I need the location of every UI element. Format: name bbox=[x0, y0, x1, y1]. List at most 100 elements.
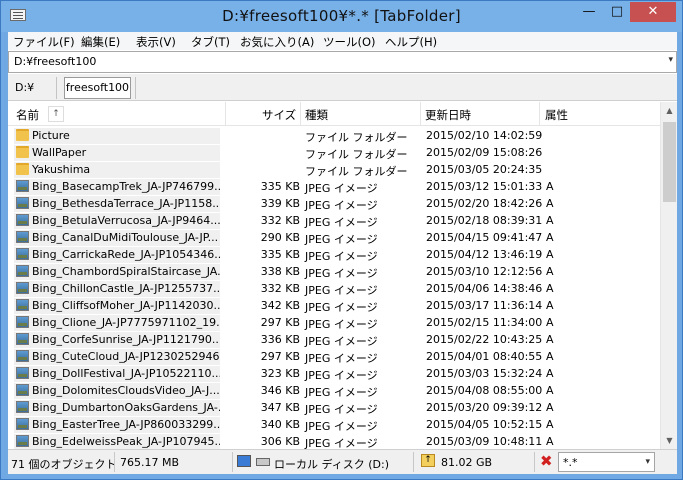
name-cell[interactable]: Bing_DumbartonOaksGardens_JA-... bbox=[14, 400, 220, 416]
image-file-icon bbox=[16, 231, 29, 243]
name-cell[interactable]: Bing_CorfeSunrise_JA-JP1121790... bbox=[14, 332, 220, 348]
maximize-button[interactable]: □ bbox=[604, 2, 630, 22]
table-row[interactable]: Bing_EasterTree_JA-JP860033299... 340 KB J… bbox=[8, 416, 660, 433]
file-date: 2015/03/20 09:39:12 bbox=[426, 401, 543, 414]
name-cell[interactable]: Bing_DolomitesCloudsVideo_JA-J... bbox=[14, 383, 220, 399]
file-name: Bing_ChambordSpiralStaircase_JA... bbox=[32, 265, 220, 278]
table-row[interactable]: Bing_DumbartonOaksGardens_JA-... 347 KB JP… bbox=[8, 399, 660, 416]
column-date[interactable]: 更新日時 bbox=[425, 107, 471, 123]
table-row[interactable]: Bing_EdelweissPeak_JA-JP107945... 306 KB J… bbox=[8, 433, 660, 449]
file-attr: A bbox=[546, 367, 554, 380]
scroll-down-icon[interactable]: ▼ bbox=[661, 432, 677, 449]
menu-favorites[interactable]: お気に入り(A) bbox=[240, 34, 314, 50]
table-row[interactable]: Bing_CanalDuMidiToulouse_JA-JP... 290 KB J… bbox=[8, 229, 660, 246]
file-type: JPEG イメージ bbox=[305, 250, 378, 263]
name-cell[interactable]: Bing_BethesdaTerrace_JA-JP1158... bbox=[14, 196, 220, 212]
table-row[interactable]: Bing_BetulaVerrucosa_JA-JP9464... 332 KB J… bbox=[8, 212, 660, 229]
status-divider bbox=[114, 452, 115, 472]
drive-label[interactable]: D:¥ bbox=[15, 81, 34, 94]
table-row[interactable]: Bing_CarrickaRede_JA-JP1054346... 335 KB J… bbox=[8, 246, 660, 263]
table-row[interactable]: Bing_Clione_JA-JP7775971102_19... 297 KB J… bbox=[8, 314, 660, 331]
minimize-button[interactable]: — bbox=[576, 2, 602, 22]
table-row[interactable]: Bing_CliffsofMoher_JA-JP1142030... 342 KB… bbox=[8, 297, 660, 314]
name-cell[interactable]: Bing_Clione_JA-JP7775971102_19... bbox=[14, 315, 220, 331]
file-size: 335 KB bbox=[260, 180, 300, 193]
name-cell[interactable]: Bing_BetulaVerrucosa_JA-JP9464... bbox=[14, 213, 220, 229]
name-cell[interactable]: Bing_DollFestival_JA-JP10522110... bbox=[14, 366, 220, 382]
scroll-up-icon[interactable]: ▲ bbox=[661, 102, 677, 119]
column-attr[interactable]: 属性 bbox=[545, 107, 568, 123]
name-cell[interactable]: Yakushima bbox=[14, 162, 220, 178]
file-name: Bing_CorfeSunrise_JA-JP1121790... bbox=[32, 333, 220, 346]
file-date: 2015/02/15 11:34:00 bbox=[426, 316, 543, 329]
file-date: 2015/04/06 14:38:46 bbox=[426, 282, 543, 295]
table-row[interactable]: Bing_BasecampTrek_JA-JP746799... 335 KB JP… bbox=[8, 178, 660, 195]
table-row[interactable]: Bing_BethesdaTerrace_JA-JP1158... 339 KB J… bbox=[8, 195, 660, 212]
file-name: Bing_CliffsofMoher_JA-JP1142030... bbox=[32, 299, 220, 312]
table-row[interactable]: Yakushima ファイル フォルダー 2015/03/05 20:24:35 bbox=[8, 161, 660, 178]
client-area: ファイル(F) 編集(E) 表示(V) タブ(T) お気に入り(A) ツール(O… bbox=[8, 32, 677, 474]
name-cell[interactable]: WallPaper bbox=[14, 145, 220, 161]
column-size[interactable]: サイズ bbox=[262, 107, 296, 123]
close-button[interactable]: ✕ bbox=[630, 2, 676, 22]
name-cell[interactable]: Bing_EdelweissPeak_JA-JP107945... bbox=[14, 434, 220, 449]
table-row[interactable]: Bing_DolomitesCloudsVideo_JA-J... 346 KB J… bbox=[8, 382, 660, 399]
file-name: Bing_CanalDuMidiToulouse_JA-JP... bbox=[32, 231, 219, 244]
clear-filter-icon[interactable]: ✖ bbox=[540, 452, 553, 470]
address-dropdown-icon[interactable]: ▾ bbox=[668, 55, 673, 65]
table-row[interactable]: Bing_CuteCloud_JA-JP1230252946... 297 KB J… bbox=[8, 348, 660, 365]
file-name: Bing_ChillonCastle_JA-JP1255737... bbox=[32, 282, 220, 295]
table-row[interactable]: Bing_DollFestival_JA-JP10522110... 323 KB… bbox=[8, 365, 660, 382]
column-divider[interactable] bbox=[420, 102, 421, 126]
menu-file[interactable]: ファイル(F) bbox=[13, 34, 75, 50]
parent-folder-icon[interactable]: ↑ bbox=[421, 454, 435, 467]
column-name[interactable]: 名前 bbox=[16, 107, 39, 123]
name-cell[interactable]: Bing_EasterTree_JA-JP860033299... bbox=[14, 417, 220, 433]
scroll-thumb[interactable] bbox=[663, 122, 676, 202]
sort-ascending-icon[interactable]: ↑ bbox=[48, 106, 64, 122]
name-cell[interactable]: Bing_CuteCloud_JA-JP1230252946... bbox=[14, 349, 220, 365]
name-cell[interactable]: Bing_CliffsofMoher_JA-JP1142030... bbox=[14, 298, 220, 314]
filter-dropdown-icon[interactable]: ▾ bbox=[645, 457, 650, 467]
file-date: 2015/03/09 10:48:11 bbox=[426, 435, 543, 448]
name-cell[interactable]: Picture bbox=[14, 128, 220, 144]
file-attr: A bbox=[546, 350, 554, 363]
image-file-icon bbox=[16, 248, 29, 260]
name-cell[interactable]: Bing_ChambordSpiralStaircase_JA... bbox=[14, 264, 220, 280]
address-input[interactable]: D:¥freesoft100 bbox=[14, 55, 96, 68]
table-row[interactable]: WallPaper ファイル フォルダー 2015/02/09 15:08:26 bbox=[8, 144, 660, 161]
status-bar: 71 個のオブジェクト 765.17 MB ローカル ディスク (D:) ↑ 8… bbox=[8, 449, 677, 474]
menu-view[interactable]: 表示(V) bbox=[136, 34, 176, 50]
file-date: 2015/02/10 14:02:59 bbox=[426, 129, 543, 142]
table-row[interactable]: Bing_ChambordSpiralStaircase_JA... 338 KB… bbox=[8, 263, 660, 280]
file-name: Bing_DollFestival_JA-JP10522110... bbox=[32, 367, 220, 380]
menu-tab[interactable]: タブ(T) bbox=[191, 34, 230, 50]
menu-edit[interactable]: 編集(E) bbox=[81, 34, 120, 50]
menu-tools[interactable]: ツール(O) bbox=[323, 34, 376, 50]
column-divider[interactable] bbox=[300, 102, 301, 126]
table-row[interactable]: Picture ファイル フォルダー 2015/02/10 14:02:59 bbox=[8, 127, 660, 144]
address-bar[interactable]: D:¥freesoft100 ▾ bbox=[8, 51, 677, 73]
file-size: 338 KB bbox=[260, 265, 300, 278]
column-type[interactable]: 種類 bbox=[305, 107, 328, 123]
menu-help[interactable]: ヘルプ(H) bbox=[385, 34, 437, 50]
name-cell[interactable]: Bing_CarrickaRede_JA-JP1054346... bbox=[14, 247, 220, 263]
table-row[interactable]: Bing_CorfeSunrise_JA-JP1121790... 336 KB J… bbox=[8, 331, 660, 348]
image-file-icon bbox=[16, 401, 29, 413]
name-cell[interactable]: Bing_ChillonCastle_JA-JP1255737... bbox=[14, 281, 220, 297]
vertical-scrollbar[interactable]: ▲ ▼ bbox=[660, 102, 677, 449]
file-attr: A bbox=[546, 231, 554, 244]
folder-icon bbox=[16, 163, 29, 175]
column-divider[interactable] bbox=[225, 102, 226, 126]
title-bar[interactable]: D:¥freesoft100¥*.* [TabFolder] — □ ✕ bbox=[1, 1, 682, 32]
file-attr: A bbox=[546, 248, 554, 261]
filter-select[interactable]: *.* ▾ bbox=[558, 452, 655, 472]
name-cell[interactable]: Bing_CanalDuMidiToulouse_JA-JP... bbox=[14, 230, 220, 246]
name-cell[interactable]: Bing_BasecampTrek_JA-JP746799... bbox=[14, 179, 220, 195]
file-attr: A bbox=[546, 299, 554, 312]
tab-freesoft100[interactable]: freesoft100 bbox=[64, 77, 131, 99]
column-divider[interactable] bbox=[539, 102, 540, 126]
file-attr: A bbox=[546, 180, 554, 193]
table-row[interactable]: Bing_ChillonCastle_JA-JP1255737... 332 KB… bbox=[8, 280, 660, 297]
image-file-icon bbox=[16, 299, 29, 311]
